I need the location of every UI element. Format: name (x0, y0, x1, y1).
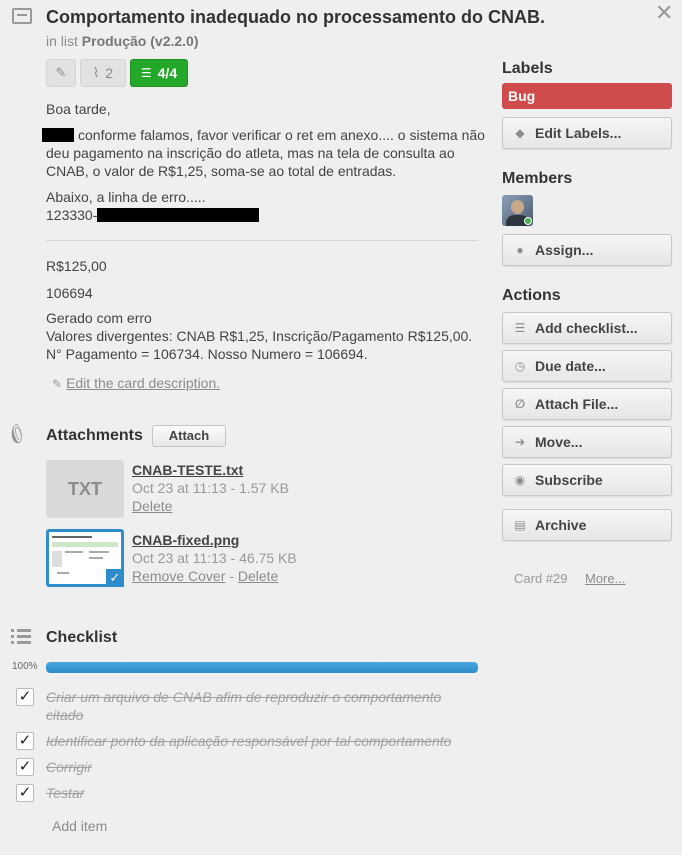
attachment-meta: Oct 23 at 11:13 - 46.75 KB (132, 550, 297, 566)
eye-icon: ◉ (514, 473, 526, 487)
move-button[interactable]: ➔ Move... (502, 426, 672, 458)
checklist-badge[interactable]: ☰ 4/4 (130, 59, 188, 87)
desc-paragraph-1: conforme falamos, favor verificar o ret … (42, 126, 486, 180)
checkbox[interactable]: ✓ (16, 784, 34, 802)
checkbox[interactable]: ✓ (16, 758, 34, 776)
edit-badge[interactable]: ✎ (46, 59, 76, 87)
attach-button[interactable]: Attach (152, 425, 226, 447)
checkbox[interactable]: ✓ (16, 688, 34, 706)
actions-title: Actions (502, 287, 561, 304)
attachment-meta: Oct 23 at 11:13 - 1.57 KB (132, 480, 289, 496)
paperclip-icon: ∅ (514, 397, 526, 411)
checklist-icon: ☰ (140, 66, 152, 80)
checkbox[interactable]: ✓ (16, 732, 34, 750)
card-title[interactable]: Comportamento inadequado no processament… (46, 7, 545, 28)
archive-icon: ▤ (514, 518, 526, 532)
attach-file-button[interactable]: ∅ Attach File... (502, 388, 672, 420)
delete-attachment-link[interactable]: Delete (238, 568, 278, 584)
attachment-name[interactable]: CNAB-fixed.png (132, 531, 297, 549)
avatar[interactable] (502, 195, 533, 226)
desc-greeting: Boa tarde, (46, 101, 111, 117)
online-status-icon (524, 217, 532, 225)
paperclip-icon: ⌇ (92, 65, 100, 80)
tag-icon: ◆ (515, 126, 525, 140)
desc-amount: R$125,00 (46, 258, 107, 274)
card-number: Card #29 (514, 571, 568, 586)
close-icon[interactable]: ✕ (655, 0, 673, 26)
members-title: Members (502, 170, 573, 187)
more-link[interactable]: More... (585, 571, 625, 586)
attachment-thumbnail-png[interactable]: ✓ (46, 529, 124, 587)
attachments-badge[interactable]: ⌇ 2 (80, 59, 126, 87)
checklist-percent: 100% (12, 661, 38, 672)
pencil-icon: ✎ (55, 65, 67, 80)
attachment-name[interactable]: CNAB-TESTE.txt (132, 461, 289, 479)
checklist-icon (11, 628, 33, 646)
due-date-button[interactable]: ◷ Due date... (502, 350, 672, 382)
add-checklist-item[interactable]: Add item (52, 818, 107, 834)
subscribe-button[interactable]: ◉ Subscribe (502, 464, 672, 496)
divider (46, 240, 478, 241)
add-checklist-button[interactable]: ☰ Add checklist... (502, 312, 672, 344)
delete-attachment-link[interactable]: Delete (132, 497, 289, 515)
attachment-thumbnail-txt[interactable]: TXT (46, 460, 124, 518)
attachment-item: CNAB-fixed.png Oct 23 at 11:13 - 46.75 K… (132, 531, 297, 584)
redacted-block (97, 208, 260, 222)
cover-check-icon: ✓ (106, 569, 124, 587)
checklist-item[interactable]: ✓ Corrigir (16, 758, 486, 778)
desc-paragraph-2: Abaixo, a linha de erro..... 123330- (46, 188, 486, 224)
labels-title: Labels (502, 60, 553, 77)
redacted-block (42, 128, 74, 142)
arrow-right-icon: ➔ (514, 435, 526, 449)
checklist-item[interactable]: ✓ Testar (16, 784, 486, 804)
in-list-text: in list Produção (v2.2.0) (46, 33, 199, 49)
edit-description-link[interactable]: ✎ Edit the card description. (52, 375, 220, 391)
attachments-title: Attachments (46, 427, 143, 444)
list-name-link[interactable]: Produção (v2.2.0) (82, 33, 199, 49)
desc-number: 106694 (46, 285, 93, 301)
archive-button[interactable]: ▤ Archive (502, 509, 672, 541)
attachment-item: CNAB-TESTE.txt Oct 23 at 11:13 - 1.57 KB… (132, 461, 289, 515)
edit-labels-button[interactable]: ◆ Edit Labels... (502, 117, 672, 149)
card-icon (12, 8, 32, 24)
user-icon: ● (516, 243, 524, 257)
paperclip-icon: 𝓞 (2, 420, 31, 449)
label-bug[interactable]: Bug (502, 83, 672, 109)
checklist-icon: ☰ (514, 321, 526, 335)
checklist-progress-bar (46, 662, 478, 673)
pencil-icon: ✎ (52, 377, 63, 391)
checklist-title[interactable]: Checklist (46, 629, 117, 647)
remove-cover-link[interactable]: Remove Cover (132, 568, 225, 584)
card-description: Boa tarde, conforme falamos, favor verif… (42, 100, 486, 232)
assign-button[interactable]: ● Assign... (502, 234, 672, 266)
checklist-item[interactable]: ✓ Criar um arquivo de CNAB afim de repro… (16, 688, 486, 726)
clock-icon: ◷ (514, 359, 526, 373)
desc-paragraph-3: Gerado com erro Valores divergentes: CNA… (46, 310, 473, 362)
checklist-item[interactable]: ✓ Identificar ponto da aplicação respons… (16, 732, 486, 752)
checklist-progress-fill (46, 662, 478, 673)
